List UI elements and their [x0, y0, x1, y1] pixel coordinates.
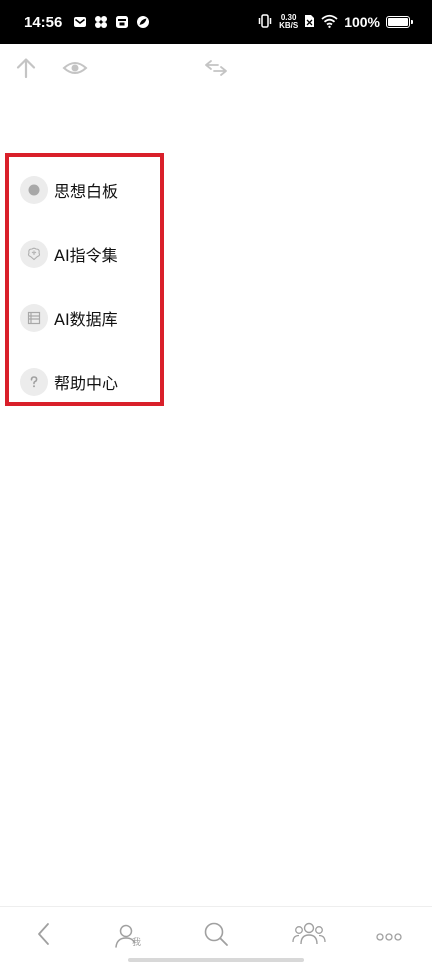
- menu-item-label: AI数据库: [54, 310, 118, 329]
- arrow-up-button[interactable]: [12, 56, 40, 84]
- group-button[interactable]: [289, 919, 329, 953]
- menu-item-label: AI指令集: [54, 246, 118, 265]
- battery-icon: [386, 16, 413, 28]
- store-icon: [115, 15, 129, 29]
- menu-item-help-center[interactable]: 帮助中心: [20, 350, 160, 414]
- profile-icon: 我: [114, 922, 146, 950]
- network-speed-unit: KB/S: [279, 21, 299, 30]
- eye-button[interactable]: [61, 56, 89, 84]
- database-icon: [20, 304, 48, 332]
- more-button[interactable]: [369, 919, 409, 953]
- pinwheel-icon: [94, 15, 108, 29]
- back-button[interactable]: [24, 919, 64, 953]
- search-button[interactable]: [196, 919, 236, 953]
- more-icon: [376, 927, 402, 946]
- sim-icon: [304, 13, 315, 32]
- battery-fill: [388, 18, 408, 26]
- menu-item-ai-database[interactable]: AI数据库: [20, 286, 160, 350]
- search-icon: [202, 920, 230, 952]
- home-indicator[interactable]: [128, 958, 304, 962]
- wifi-icon: [321, 13, 338, 32]
- me-label: 我: [132, 938, 142, 948]
- swap-button[interactable]: [202, 56, 230, 84]
- status-time: 14:56: [24, 13, 63, 31]
- profile-button[interactable]: 我: [110, 919, 150, 953]
- dot-icon: [20, 176, 48, 204]
- menu-item-label: 帮助中心: [54, 374, 119, 393]
- eye-icon: [62, 59, 88, 81]
- group-icon: [292, 921, 326, 951]
- menu-list: 思想白板 AI指令集 AI数据库 帮助中心: [20, 158, 160, 414]
- top-toolbar: [0, 52, 432, 88]
- brain-icon: [20, 240, 48, 268]
- leaf-app-icon: [136, 15, 150, 29]
- vibrate-icon: [257, 13, 273, 32]
- status-right: 0.30 KB/S 100%: [257, 13, 413, 32]
- network-speed: 0.30 KB/S: [279, 14, 298, 30]
- question-icon: [20, 368, 48, 396]
- battery-percent: 100%: [344, 14, 380, 30]
- arrow-up-icon: [14, 56, 38, 84]
- swap-arrows-icon: [203, 59, 229, 81]
- menu-item-thought-whiteboard[interactable]: 思想白板: [20, 158, 160, 222]
- back-icon: [36, 922, 52, 950]
- status-bar: 14:56 0.30 KB/S 100%: [0, 0, 432, 44]
- menu-item-ai-commands[interactable]: AI指令集: [20, 222, 160, 286]
- bottom-nav: 我: [0, 906, 432, 964]
- status-left: 14:56: [24, 14, 150, 31]
- menu-item-label: 思想白板: [54, 182, 119, 201]
- mail-icon: [73, 15, 87, 29]
